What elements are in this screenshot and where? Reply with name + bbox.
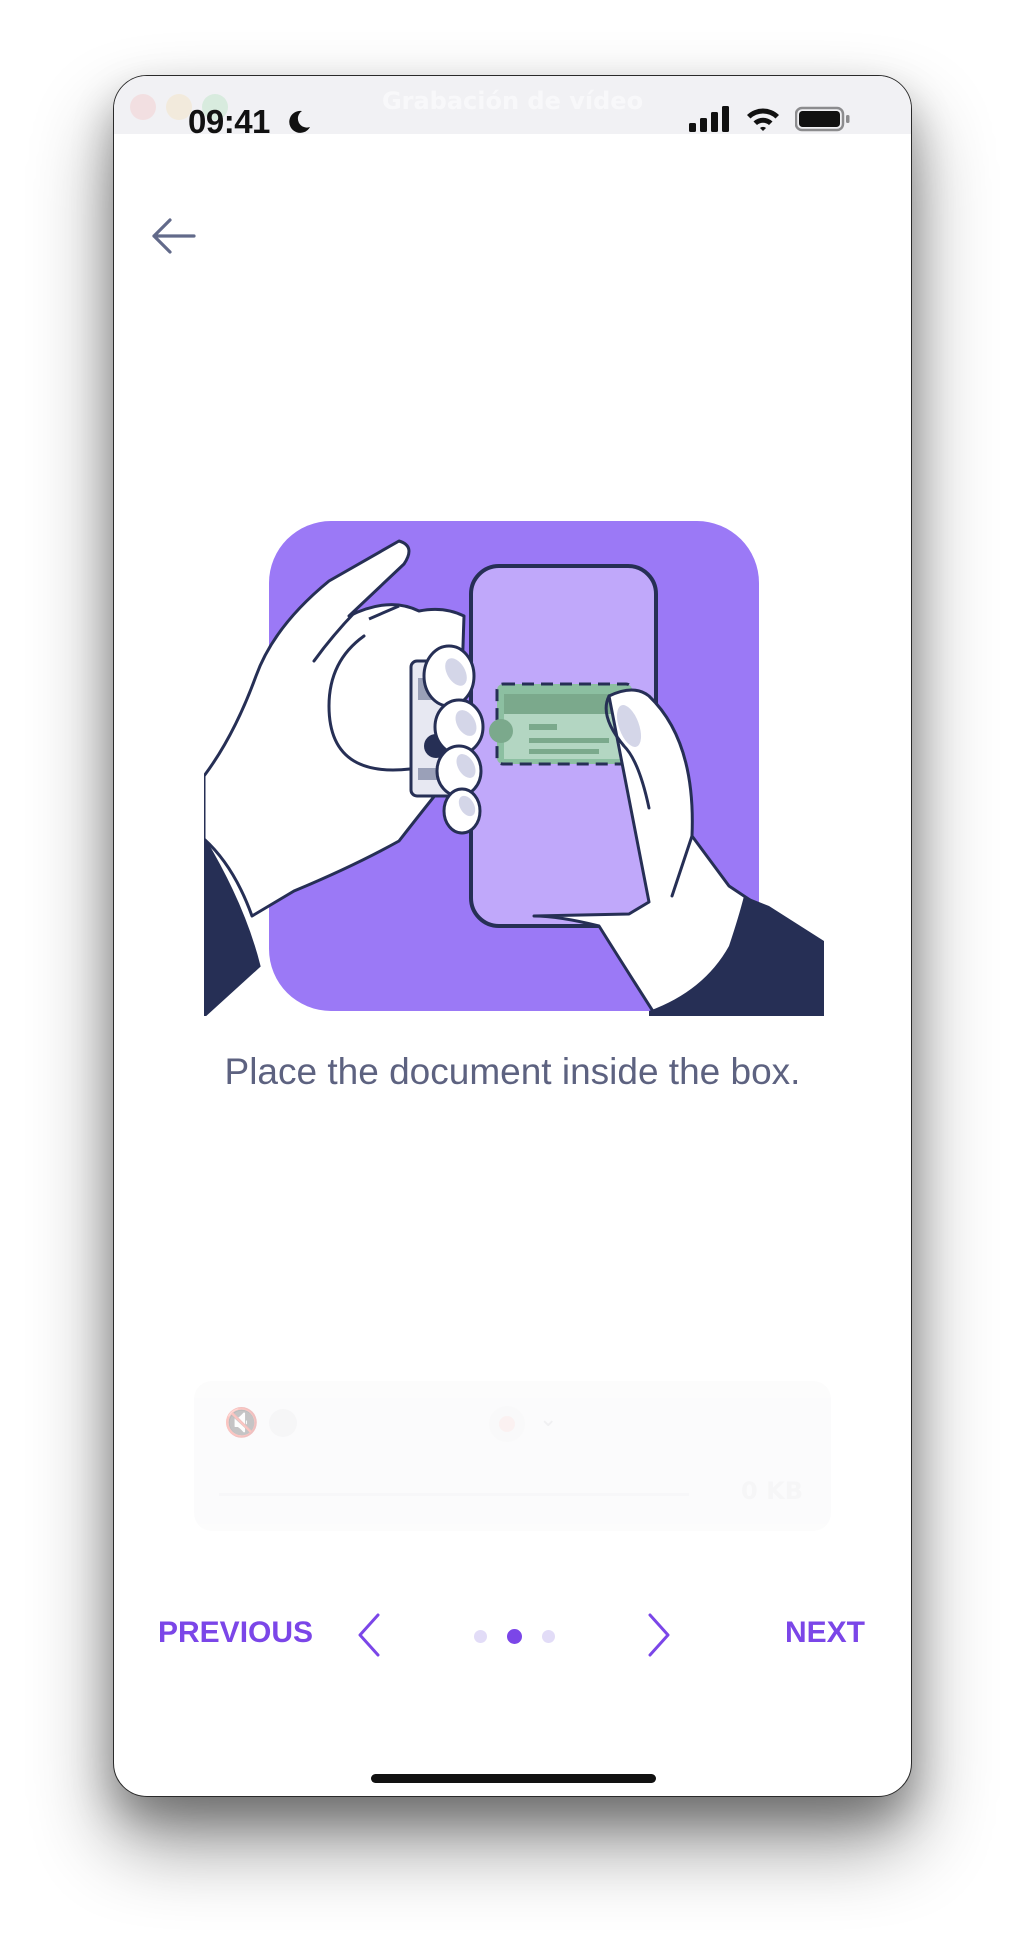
recording-timeline bbox=[219, 1493, 689, 1496]
chevron-down-icon[interactable]: ⌄ bbox=[539, 1407, 557, 1432]
page-indicator bbox=[474, 1629, 555, 1644]
home-indicator[interactable] bbox=[371, 1774, 656, 1783]
page-dot[interactable] bbox=[542, 1630, 555, 1643]
camera-source-icon[interactable] bbox=[269, 1409, 297, 1437]
instruction-text: Place the document inside the box. bbox=[224, 1051, 801, 1092]
battery-icon bbox=[795, 106, 850, 132]
recording-size: 0 KB bbox=[741, 1477, 803, 1505]
app-window: Grabación de vídeo 09:41 Place the docum… bbox=[113, 75, 912, 1797]
next-button[interactable]: NEXT bbox=[785, 1616, 865, 1650]
page-dot[interactable] bbox=[474, 1630, 487, 1643]
status-icons bbox=[689, 106, 851, 132]
chevron-left-icon[interactable] bbox=[354, 1610, 384, 1660]
previous-button[interactable]: PREVIOUS bbox=[158, 1616, 313, 1650]
back-arrow-icon[interactable] bbox=[148, 211, 198, 261]
page-dot-active[interactable] bbox=[507, 1629, 522, 1644]
status-time: 09:41 bbox=[188, 103, 270, 140]
record-button[interactable] bbox=[489, 1406, 525, 1442]
signal-icon bbox=[689, 106, 729, 132]
chevron-right-icon[interactable] bbox=[644, 1610, 674, 1660]
scan-document-illustration bbox=[204, 521, 824, 1016]
moon-icon bbox=[289, 110, 310, 133]
pager-navigation: PREVIOUS NEXT bbox=[114, 1613, 911, 1676]
recording-controls-overlay: 🔇 ⌄ 0 KB bbox=[194, 1381, 831, 1531]
mute-icon[interactable]: 🔇 bbox=[224, 1406, 259, 1439]
wifi-icon bbox=[747, 108, 779, 131]
